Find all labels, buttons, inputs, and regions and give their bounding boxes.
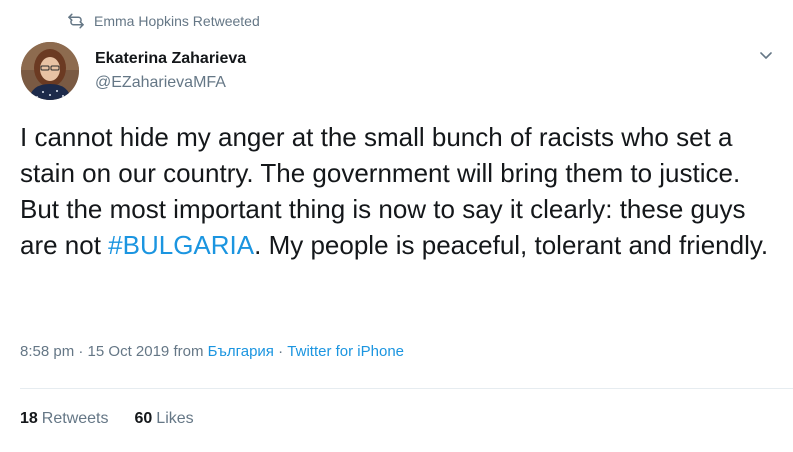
retweets-stat[interactable]: 18 Retweets bbox=[20, 410, 109, 428]
retweets-count: 18 bbox=[20, 410, 38, 427]
location-link[interactable]: България bbox=[208, 343, 274, 360]
author-handle[interactable]: @EZaharievaMFA bbox=[95, 72, 246, 94]
hashtag-link[interactable]: #BULGARIA bbox=[108, 230, 254, 260]
retweets-label: Retweets bbox=[41, 410, 109, 427]
tweet-meta: 8:58 pm · 15 Oct 2019 from България · Tw… bbox=[20, 343, 404, 360]
meta-separator: · bbox=[273, 343, 288, 360]
from-label: from bbox=[169, 343, 208, 360]
meta-separator: · bbox=[74, 343, 88, 360]
author-block: Ekaterina Zaharieva @EZaharievaMFA bbox=[95, 48, 246, 94]
source-link[interactable]: Twitter for iPhone bbox=[287, 343, 404, 360]
retweeted-by-link[interactable]: Emma Hopkins Retweeted bbox=[94, 13, 260, 29]
tweet-stats: 18 Retweets 60 Likes bbox=[20, 410, 220, 428]
divider bbox=[20, 388, 793, 389]
tweet-text-after: . My people is peaceful, tolerant and fr… bbox=[254, 230, 769, 260]
tweet-date: 15 Oct 2019 bbox=[87, 343, 170, 360]
avatar[interactable] bbox=[21, 42, 79, 100]
tweet-time: 8:58 pm bbox=[20, 343, 75, 360]
likes-label: Likes bbox=[156, 410, 194, 427]
retweet-icon bbox=[66, 11, 86, 31]
likes-count: 60 bbox=[134, 410, 153, 427]
chevron-down-icon[interactable] bbox=[755, 44, 777, 66]
author-display-name[interactable]: Ekaterina Zaharieva bbox=[95, 48, 246, 70]
likes-stat[interactable]: 60 Likes bbox=[135, 410, 194, 428]
retweet-context: Emma Hopkins Retweeted bbox=[66, 10, 260, 32]
tweet-text: I cannot hide my anger at the small bunc… bbox=[20, 119, 780, 263]
